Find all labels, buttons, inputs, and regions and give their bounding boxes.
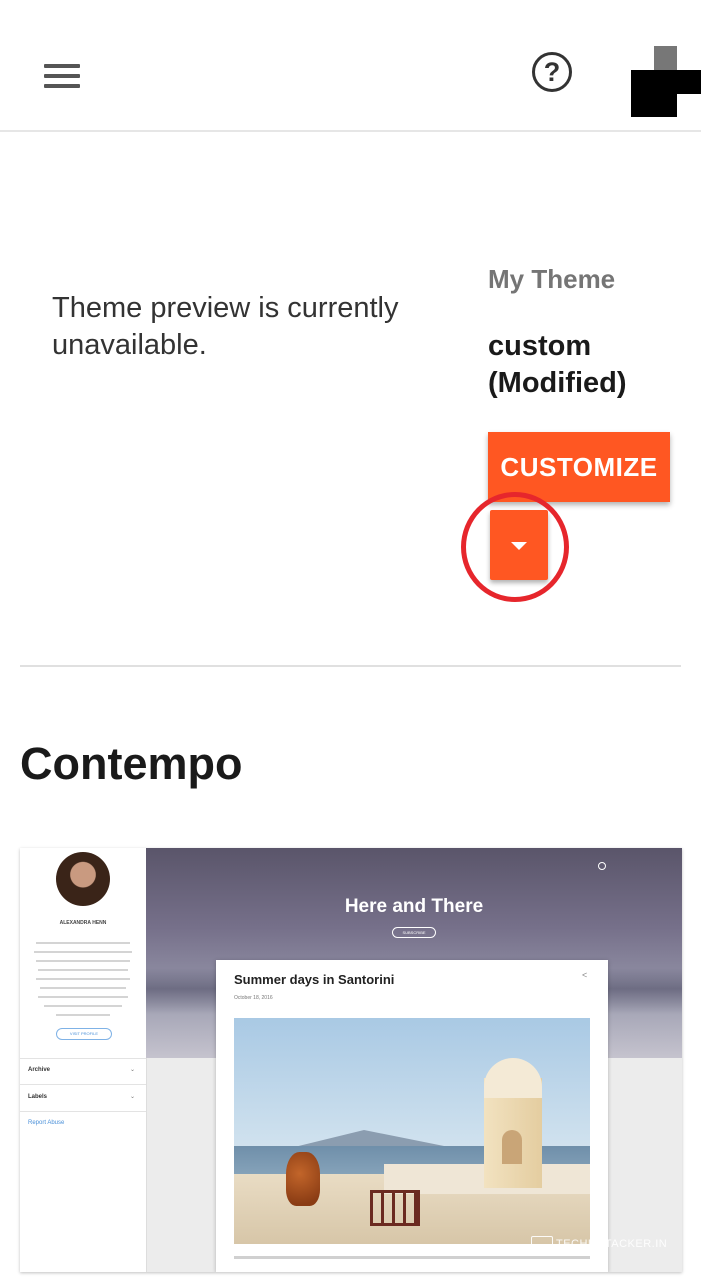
redaction-block: [631, 70, 701, 94]
top-app-bar: ?: [0, 0, 701, 132]
post-photo: [234, 1018, 590, 1244]
bio-line: [40, 987, 126, 989]
bio-line: [56, 1014, 110, 1016]
profile-name: ALEXANDRA HENN: [59, 920, 107, 926]
my-theme-label: My Theme: [488, 264, 616, 294]
post-excerpt-line: [234, 1256, 590, 1259]
share-icon: <: [582, 970, 588, 980]
current-theme-name: custom (Modified): [488, 330, 627, 399]
bio-line: [36, 978, 130, 980]
watermark-text: TECHUNTACKER.IN: [556, 1238, 668, 1250]
preview-unavailable-message: Theme preview is currently unavailable.: [52, 292, 399, 361]
bio-line: [38, 969, 128, 971]
post-title: Summer days in Santorini: [234, 972, 395, 987]
sidebar-divider: [20, 1058, 146, 1059]
blog-title: Here and There: [344, 896, 484, 917]
sidebar-divider: [20, 1111, 146, 1112]
chevron-down-icon: ⌄: [130, 1067, 136, 1073]
search-icon: [598, 862, 606, 870]
post-card: Summer days in Santorini October 18, 201…: [216, 960, 608, 1272]
chevron-down-icon: ⌄: [130, 1094, 136, 1100]
post-date: October 18, 2016: [234, 995, 273, 1001]
subscribe-button: SUBSCRIBE: [392, 927, 436, 938]
annotation-highlight-circle: [461, 492, 569, 602]
bio-line: [44, 1005, 122, 1007]
section-divider: [20, 665, 681, 667]
visit-profile-button: VISIT PROFILE: [56, 1028, 112, 1040]
thumbnail-sidebar: ALEXANDRA HENN VISIT PROFILE Archive ⌄ L…: [20, 848, 147, 1272]
sidebar-item-labels: Labels: [28, 1094, 48, 1100]
sidebar-divider: [20, 1084, 146, 1085]
redaction-block: [654, 46, 677, 71]
bio-line: [34, 951, 132, 953]
sidebar-item-archive: Archive: [28, 1067, 51, 1073]
redaction-block: [631, 93, 677, 117]
bio-line: [36, 942, 130, 944]
theme-family-title: Contempo: [20, 738, 243, 789]
watermark-logo-icon: [531, 1236, 553, 1252]
contempo-theme-thumbnail[interactable]: ALEXANDRA HENN VISIT PROFILE Archive ⌄ L…: [20, 848, 682, 1272]
hamburger-menu-icon[interactable]: [44, 64, 80, 90]
avatar: [56, 852, 110, 906]
bio-line: [38, 996, 128, 998]
help-icon[interactable]: ?: [532, 52, 572, 92]
bio-line: [36, 960, 130, 962]
report-abuse-link: Report Abuse: [28, 1120, 65, 1126]
